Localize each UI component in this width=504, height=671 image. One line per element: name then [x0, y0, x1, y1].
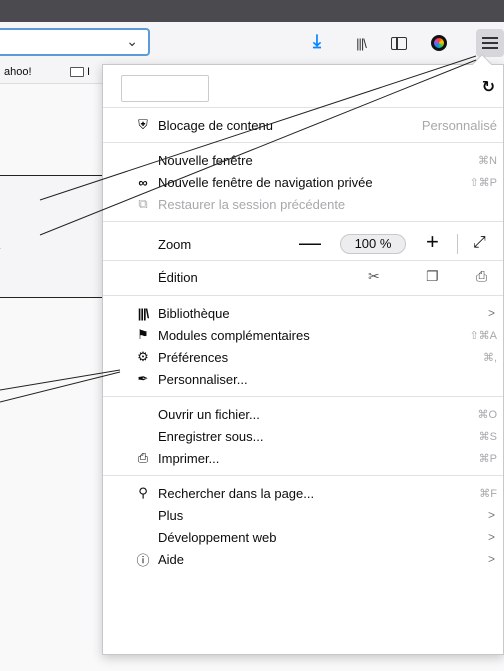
library-icon: |||\: [137, 305, 150, 321]
zoom-row: Zoom — 100 % + ⤢: [103, 228, 503, 260]
separator: [103, 221, 503, 222]
shortcut-label: ⌘N: [478, 154, 497, 167]
menu-item-new-window[interactable]: Nouvelle fenêtre ⌘N: [103, 149, 503, 171]
separator: [103, 107, 503, 108]
menu-item-label: Restaurer la session précédente: [158, 196, 346, 212]
chevron-right-icon: >: [487, 552, 495, 566]
mask-icon: ∞: [138, 174, 148, 190]
chevron-right-icon: >: [487, 508, 495, 522]
menu-item-content-blocking[interactable]: ⛨ Blocage de contenu Personnalisé: [103, 114, 503, 136]
menu-item-label: Rechercher dans la page...: [158, 485, 315, 501]
cut-icon[interactable]: ✂: [368, 268, 380, 285]
separator: [103, 475, 503, 476]
title-bar: [0, 0, 504, 22]
account-row: ↻: [103, 65, 503, 107]
zoom-reset-button[interactable]: 100 %: [340, 234, 406, 254]
account-field[interactable]: [121, 75, 209, 102]
shield-icon: ⛨: [138, 117, 148, 132]
chevron-down-icon[interactable]: ⌄: [126, 33, 138, 50]
menu-item-label: Modules complémentaires: [158, 327, 310, 343]
menu-item-label: Imprimer...: [158, 450, 220, 466]
app-menu-panel: ↻ ⛨ Blocage de contenu Personnalisé Nouv…: [102, 54, 504, 655]
zoom-label: Zoom: [158, 236, 192, 252]
menu-item-label: Bibliothèque: [158, 305, 230, 321]
edit-label: Édition: [158, 269, 198, 285]
library-icon[interactable]: |||\: [350, 32, 372, 54]
menu-item-label: Blocage de contenu: [158, 117, 273, 133]
menu-item-more[interactable]: Plus >: [103, 504, 503, 526]
bookmark-folder[interactable]: I: [70, 66, 90, 78]
menu-item-label: Personnaliser...: [158, 371, 248, 387]
navigation-toolbar: ⌄ ⤓ |||\: [0, 22, 504, 62]
menu-item-private-window[interactable]: ∞ Nouvelle fenêtre de navigation privée …: [103, 171, 503, 193]
separator: [103, 295, 503, 296]
shortcut-label: ⌘P: [478, 452, 497, 465]
menu-item-customize[interactable]: ✒ Personnaliser...: [103, 368, 503, 390]
help-icon: ⓘ: [136, 552, 150, 568]
gear-icon: ⚙: [137, 349, 149, 364]
menu-item-preferences[interactable]: ⚙ Préférences ⌘,: [103, 346, 503, 368]
separator: [103, 396, 503, 397]
chevron-right-icon: >: [487, 306, 495, 320]
edit-row: Édition ✂ ❐ ⎙: [103, 261, 503, 293]
color-wheel-icon[interactable]: [428, 32, 450, 54]
menu-item-print[interactable]: ⎙ Imprimer... ⌘P: [103, 447, 503, 469]
download-icon[interactable]: ⤓: [306, 30, 328, 52]
customize-link[interactable]: Personnalisé: [422, 118, 497, 133]
shortcut-label: ⇧⌘P: [469, 176, 497, 189]
menu-item-save-as[interactable]: Enregistrer sous... ⌘S: [103, 425, 503, 447]
bookmark-yahoo[interactable]: ahoo!: [4, 66, 32, 78]
zoom-out-button[interactable]: —: [299, 230, 321, 256]
restore-icon: ⧉: [138, 196, 148, 211]
brush-icon: ✒: [137, 371, 149, 386]
folder-icon: [70, 67, 84, 77]
separator: [103, 142, 503, 143]
paste-icon[interactable]: ⎙: [476, 268, 487, 285]
menu-item-label: Développement web: [158, 529, 277, 545]
fullscreen-icon[interactable]: ⤢: [473, 234, 486, 252]
sync-icon[interactable]: ↻: [482, 77, 495, 97]
puzzle-icon: ⚑: [137, 327, 149, 342]
menu-item-label: Aide: [158, 551, 185, 567]
bookmark-folder-label: I: [87, 66, 91, 78]
url-bar[interactable]: ⌄: [0, 28, 150, 56]
menu-item-label: Enregistrer sous...: [158, 428, 264, 444]
menu-item-label: Nouvelle fenêtre: [158, 152, 253, 168]
shortcut-label: ⌘,: [482, 351, 497, 364]
sidebar-icon[interactable]: [388, 32, 410, 54]
menu-item-label: Préférences: [158, 349, 229, 365]
menu-item-addons[interactable]: ⚑ Modules complémentaires ⇧⌘A: [103, 324, 503, 346]
search-icon: ⚲: [138, 485, 148, 500]
printer-icon: ⎙: [137, 450, 149, 465]
zoom-in-button[interactable]: +: [426, 229, 439, 255]
hamburger-menu-button[interactable]: [476, 29, 504, 57]
shortcut-label: ⇧⌘A: [469, 329, 497, 342]
menu-item-label: Ouvrir un fichier...: [158, 406, 260, 422]
menu-item-web-developer[interactable]: Développement web >: [103, 526, 503, 548]
callout-text: R: [0, 236, 1, 252]
menu-item-help[interactable]: ⓘ Aide >: [103, 548, 503, 570]
menu-item-find[interactable]: ⚲ Rechercher dans la page... ⌘F: [103, 482, 503, 504]
copy-icon[interactable]: ❐: [426, 268, 439, 285]
menu-item-restore-session[interactable]: ⧉ Restaurer la session précédente: [103, 193, 503, 215]
menu-item-open-file[interactable]: Ouvrir un fichier... ⌘O: [103, 403, 503, 425]
menu-item-label: Plus: [158, 507, 184, 523]
shortcut-label: ⌘F: [479, 487, 497, 500]
zoom-divider: [457, 234, 458, 254]
shortcut-label: ⌘S: [478, 430, 497, 443]
menu-item-label: Nouvelle fenêtre de navigation privée: [158, 174, 373, 190]
menu-item-library[interactable]: |||\ Bibliothèque >: [103, 302, 503, 324]
chevron-right-icon: >: [487, 530, 495, 544]
shortcut-label: ⌘O: [477, 408, 497, 421]
